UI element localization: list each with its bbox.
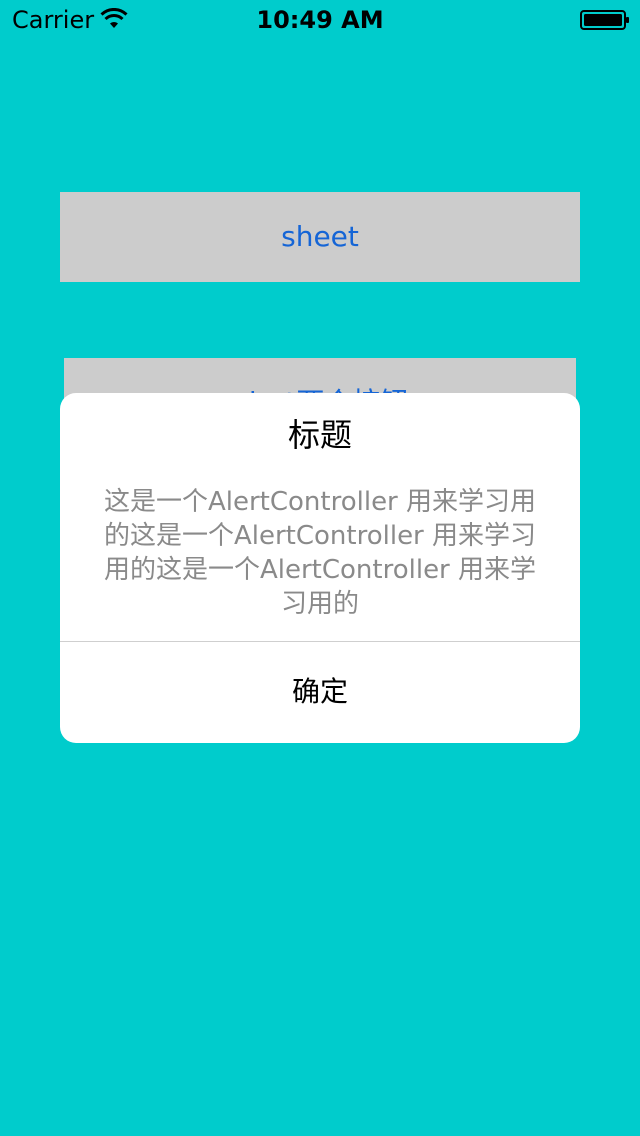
alert-title: 标题 [287,416,352,454]
alert-dialog: 标题 这是一个AlertController 用来学习用的这是一个AlertCo… [60,393,580,743]
confirm-button[interactable]: 确定 [60,642,580,743]
alert-message: 这是一个AlertController 用来学习用的这是一个AlertContr… [103,487,537,619]
